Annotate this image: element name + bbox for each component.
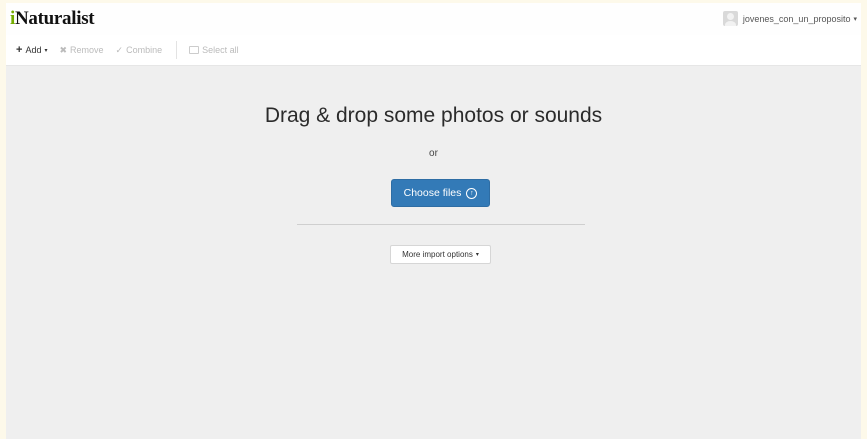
toolbar: + Add ▾ ✖ Remove ✓ Combine Select all xyxy=(6,35,861,66)
caret-down-icon: ▾ xyxy=(44,47,48,54)
user-name: jovenes_con_un_proposito xyxy=(742,13,851,24)
select-all-label: Select all xyxy=(202,45,239,55)
more-import-label: More import options xyxy=(402,250,473,259)
choose-files-label: Choose files xyxy=(403,187,462,199)
avatar[interactable] xyxy=(722,11,738,26)
drop-zone[interactable]: Drag & drop some photos or sounds or Cho… xyxy=(6,66,861,439)
add-label: Add xyxy=(25,45,42,55)
app-frame: iNaturalist jovenes_con_un_proposito ▾ +… xyxy=(0,0,867,439)
more-import-options-button[interactable]: More import options ▾ xyxy=(390,245,491,264)
remove-label: Remove xyxy=(70,45,104,55)
user-menu[interactable]: jovenes_con_un_proposito ▾ xyxy=(722,11,857,26)
plus-icon: + xyxy=(16,44,23,56)
x-icon: ✖ xyxy=(59,44,68,55)
chevron-down-icon: ▾ xyxy=(853,15,857,23)
top-bar: iNaturalist jovenes_con_un_proposito ▾ xyxy=(6,3,861,35)
logo-text: Naturalist xyxy=(14,8,95,29)
inaturalist-logo[interactable]: iNaturalist xyxy=(10,8,95,30)
check-icon: ✓ xyxy=(115,44,124,55)
remove-button[interactable]: ✖ Remove xyxy=(59,45,103,56)
combine-label: Combine xyxy=(126,45,163,55)
toolbar-separator xyxy=(176,41,178,59)
checkbox-icon xyxy=(189,46,200,54)
or-text: or xyxy=(429,148,438,159)
select-all-button[interactable]: Select all xyxy=(189,45,239,55)
drop-headline: Drag & drop some photos or sounds xyxy=(264,104,603,127)
add-button[interactable]: + Add ▾ xyxy=(16,44,47,56)
upload-icon: ↑ xyxy=(466,187,478,199)
choose-files-button[interactable]: Choose files ↑ xyxy=(391,179,490,207)
caret-down-icon: ▾ xyxy=(475,252,479,258)
combine-button[interactable]: ✓ Combine xyxy=(116,45,163,56)
divider xyxy=(297,224,585,225)
